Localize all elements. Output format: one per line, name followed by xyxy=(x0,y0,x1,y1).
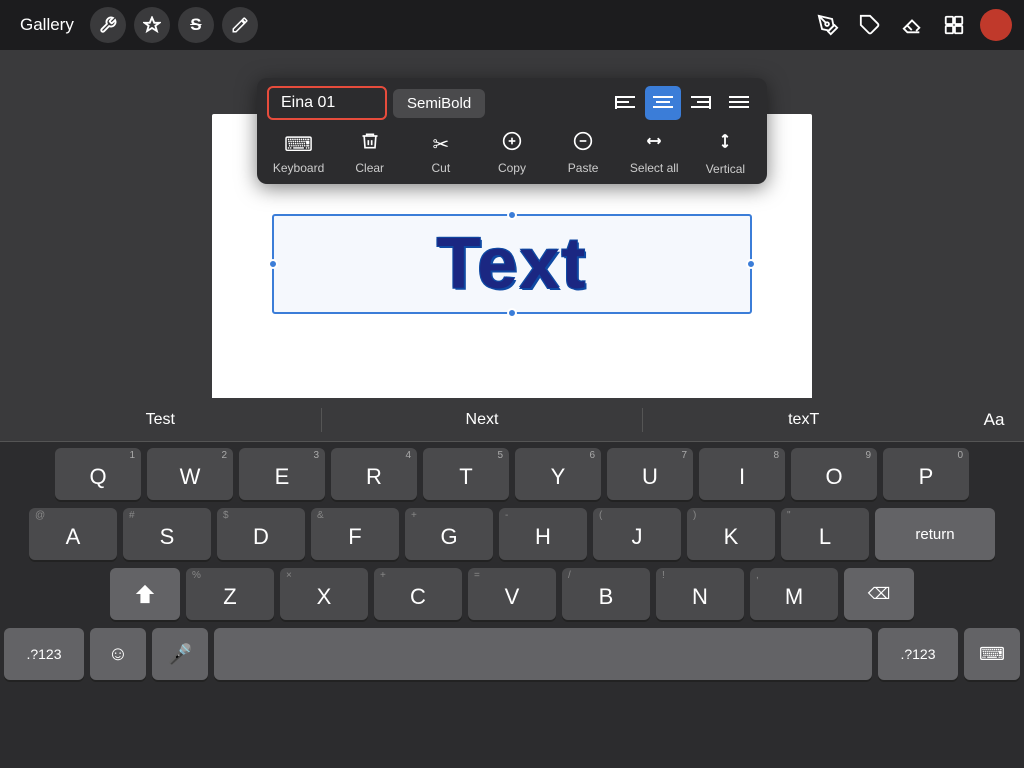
keyboard-action-icon: ⌨ xyxy=(284,132,313,157)
key-v[interactable]: =V xyxy=(468,568,556,620)
canvas-area: Eina 01 SemiBold ⌨ Keyboard xyxy=(0,50,1024,398)
key-k[interactable]: )K xyxy=(687,508,775,560)
vertical-action-icon xyxy=(715,130,735,158)
key-y[interactable]: 6Y xyxy=(515,448,601,500)
key-m[interactable]: ,M xyxy=(750,568,838,620)
copy-action-label: Copy xyxy=(498,161,526,175)
brush-button[interactable] xyxy=(222,7,258,43)
eraser-icon[interactable] xyxy=(896,9,928,41)
pen-icon[interactable] xyxy=(812,9,844,41)
key-row-2: @A #S $D &F +G -H (J )K "L return xyxy=(4,508,1020,560)
key-c[interactable]: +C xyxy=(374,568,462,620)
top-toolbar: Gallery S xyxy=(0,0,1024,50)
key-l[interactable]: "L xyxy=(781,508,869,560)
key-r[interactable]: 4R xyxy=(331,448,417,500)
keyboard-action-label: Keyboard xyxy=(273,161,324,175)
context-menu-top: Eina 01 SemiBold xyxy=(263,86,761,120)
return-key[interactable]: return xyxy=(875,508,995,560)
toolbar-right xyxy=(812,9,1012,41)
key-u[interactable]: 7U xyxy=(607,448,693,500)
layers-icon[interactable] xyxy=(938,9,970,41)
shift-key[interactable] xyxy=(110,568,180,620)
autocorrect-bar: Test Next texT Aa xyxy=(0,398,1024,442)
key-a[interactable]: @A xyxy=(29,508,117,560)
key-e[interactable]: 3E xyxy=(239,448,325,500)
select-all-action[interactable]: Select all xyxy=(624,131,684,175)
handle-right[interactable] xyxy=(746,259,756,269)
key-d[interactable]: $D xyxy=(217,508,305,560)
key-j[interactable]: (J xyxy=(593,508,681,560)
clear-action-label: Clear xyxy=(355,161,384,175)
paste-action-label: Paste xyxy=(568,161,599,175)
keyboard-keys: 1Q 2W 3E 4R 5T 6Y 7U 8I 9O 0P @A #S $D &… xyxy=(0,442,1024,686)
key-p[interactable]: 0P xyxy=(883,448,969,500)
key-n[interactable]: !N xyxy=(656,568,744,620)
select-all-action-icon xyxy=(643,131,665,157)
keyboard-hide-key[interactable]: ⌨ xyxy=(964,628,1020,680)
autocorrect-aa[interactable]: Aa xyxy=(964,410,1024,430)
align-center-button[interactable] xyxy=(645,86,681,120)
align-right-button[interactable] xyxy=(683,86,719,120)
paste-action[interactable]: Paste xyxy=(553,131,613,175)
key-row-3: %Z ×X +C =V /B !N ,M ⌫ xyxy=(4,568,1020,620)
mic-key[interactable]: 🎤 xyxy=(152,628,208,680)
cut-action[interactable]: ✂ Cut xyxy=(411,132,471,175)
key-i[interactable]: 8I xyxy=(699,448,785,500)
context-menu-actions: ⌨ Keyboard Clear ✂ Cut Copy xyxy=(263,128,761,178)
keyboard-area: Test Next texT Aa 1Q 2W 3E 4R 5T 6Y 7U 8… xyxy=(0,398,1024,768)
clear-action-icon xyxy=(360,131,380,157)
stroke-button[interactable]: S xyxy=(178,7,214,43)
autocorrect-text[interactable]: texT xyxy=(643,398,964,441)
numbers-key-right[interactable]: .?123 xyxy=(878,628,958,680)
key-row-1: 1Q 2W 3E 4R 5T 6Y 7U 8I 9O 0P xyxy=(4,448,1020,500)
key-s[interactable]: #S xyxy=(123,508,211,560)
text-selection-box xyxy=(272,214,752,314)
keyboard-action[interactable]: ⌨ Keyboard xyxy=(269,132,329,175)
autocorrect-next[interactable]: Next xyxy=(322,398,643,441)
tag-icon[interactable] xyxy=(854,9,886,41)
key-x[interactable]: ×X xyxy=(280,568,368,620)
cut-action-icon: ✂ xyxy=(432,132,449,157)
emoji-key[interactable]: ☺ xyxy=(90,628,146,680)
avatar[interactable] xyxy=(980,9,1012,41)
key-f[interactable]: &F xyxy=(311,508,399,560)
wrench-button[interactable] xyxy=(90,7,126,43)
numbers-key[interactable]: .?123 xyxy=(4,628,84,680)
text-context-menu: Eina 01 SemiBold ⌨ Keyboard xyxy=(257,78,767,184)
actions-button[interactable] xyxy=(134,7,170,43)
paste-action-icon xyxy=(573,131,593,157)
copy-action[interactable]: Copy xyxy=(482,131,542,175)
clear-action[interactable]: Clear xyxy=(340,131,400,175)
select-all-action-label: Select all xyxy=(630,161,679,175)
handle-top[interactable] xyxy=(507,210,517,220)
delete-key[interactable]: ⌫ xyxy=(844,568,914,620)
key-g[interactable]: +G xyxy=(405,508,493,560)
key-row-4: .?123 ☺ 🎤 .?123 ⌨ xyxy=(4,628,1020,680)
key-w[interactable]: 2W xyxy=(147,448,233,500)
space-key[interactable] xyxy=(214,628,872,680)
key-t[interactable]: 5T xyxy=(423,448,509,500)
alignment-buttons xyxy=(607,86,757,120)
align-justify-button[interactable] xyxy=(721,86,757,120)
handle-bottom[interactable] xyxy=(507,308,517,318)
vertical-action[interactable]: Vertical xyxy=(695,130,755,176)
key-h[interactable]: -H xyxy=(499,508,587,560)
autocorrect-test[interactable]: Test xyxy=(0,398,321,441)
key-z[interactable]: %Z xyxy=(186,568,274,620)
copy-action-icon xyxy=(502,131,522,157)
handle-left[interactable] xyxy=(268,259,278,269)
key-o[interactable]: 9O xyxy=(791,448,877,500)
font-style-button[interactable]: SemiBold xyxy=(393,89,485,118)
key-q[interactable]: 1Q xyxy=(55,448,141,500)
vertical-action-label: Vertical xyxy=(706,162,745,176)
key-b[interactable]: /B xyxy=(562,568,650,620)
font-name-display[interactable]: Eina 01 xyxy=(267,86,387,120)
cut-action-label: Cut xyxy=(432,161,451,175)
gallery-button[interactable]: Gallery xyxy=(12,11,82,39)
align-left-button[interactable] xyxy=(607,86,643,120)
